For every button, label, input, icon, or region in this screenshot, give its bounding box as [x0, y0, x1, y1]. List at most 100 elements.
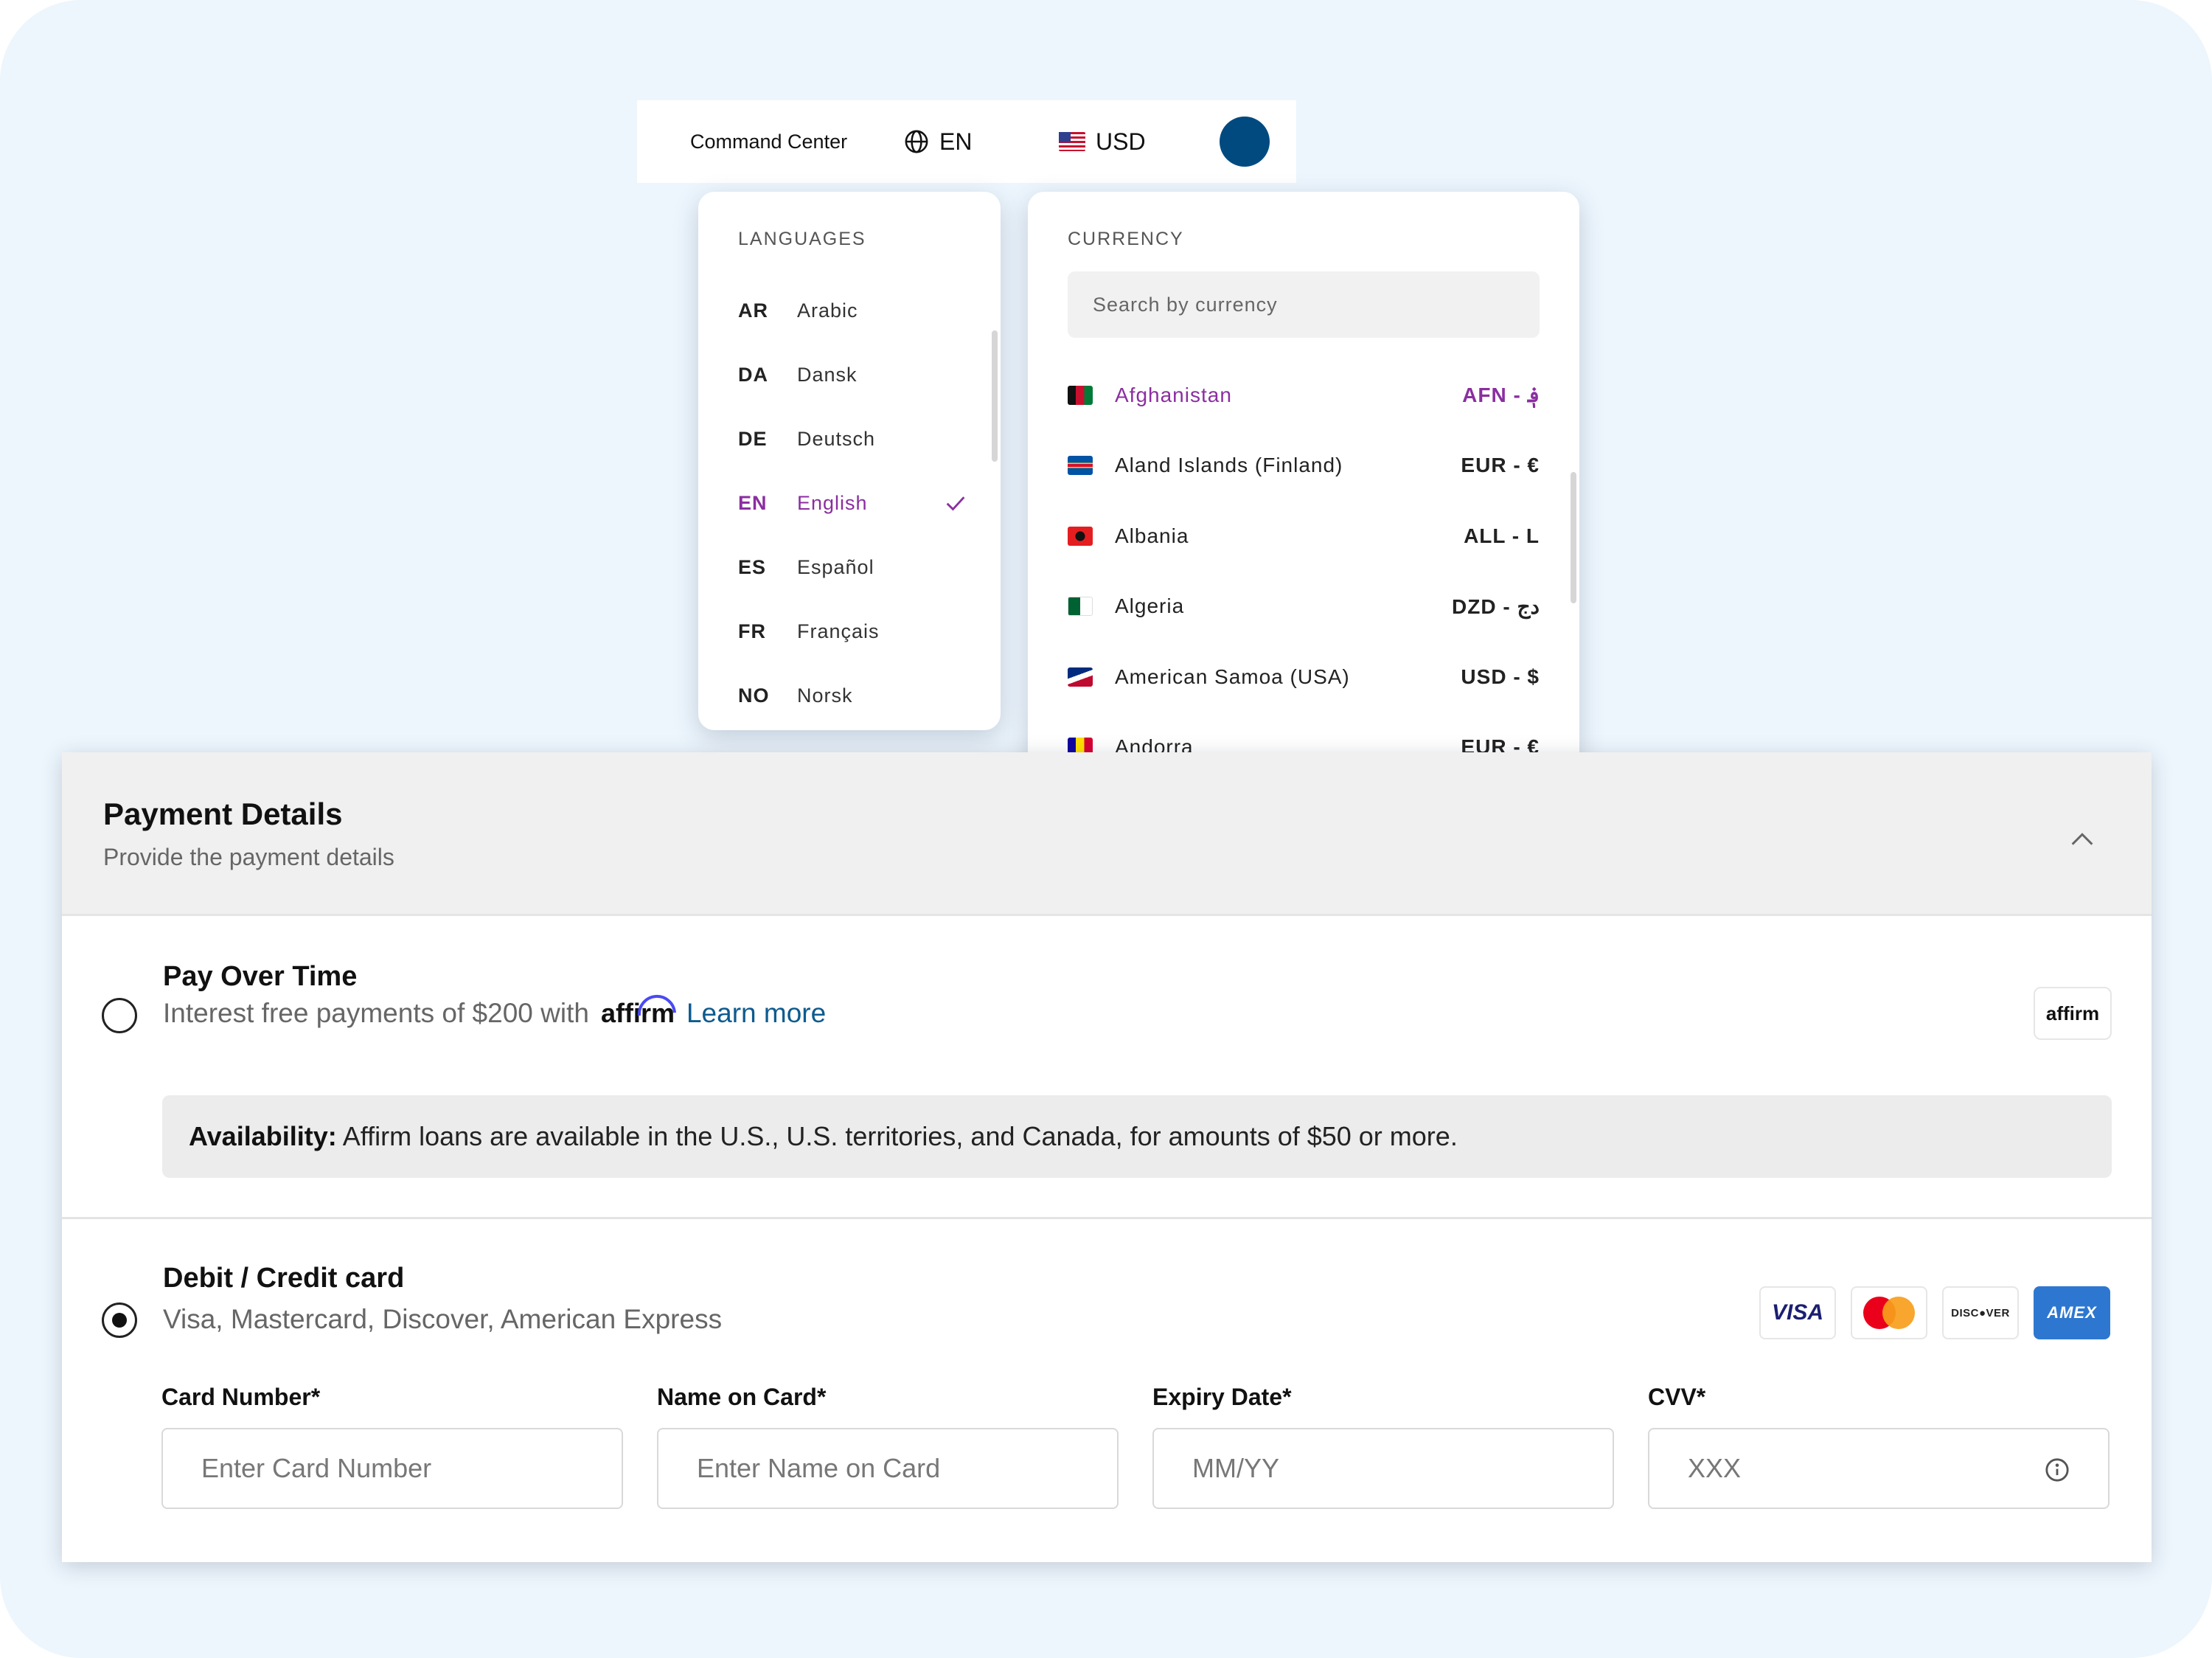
globe-icon: [905, 130, 928, 153]
currency-code: USD - $: [1461, 665, 1540, 688]
checkmark-icon: [946, 496, 965, 511]
language-item-en[interactable]: EN English: [698, 471, 1001, 535]
currency-search-input[interactable]: Search by currency: [1068, 271, 1540, 338]
currency-item-algeria[interactable]: Algeria DZD - دج: [1028, 572, 1579, 642]
language-item-es[interactable]: ES Español: [698, 535, 1001, 600]
language-item-no[interactable]: NO Norsk: [698, 664, 1001, 728]
top-bar: Command Center EN USD: [637, 100, 1296, 183]
currency-item-aland-islands[interactable]: Aland Islands (Finland) EUR - €: [1028, 431, 1579, 502]
languages-scrollbar[interactable]: [992, 330, 998, 462]
currency-item-american-samoa[interactable]: American Samoa (USA) USD - $: [1028, 642, 1579, 712]
pay-over-time-option[interactable]: Pay Over Time Interest free payments of …: [62, 918, 2152, 1219]
cvv-input[interactable]: XXX: [1648, 1428, 2110, 1509]
card-number-input[interactable]: Enter Card Number: [161, 1428, 623, 1509]
availability-notice: Availability: Affirm loans are available…: [162, 1095, 2112, 1178]
language-code: EN: [939, 128, 973, 155]
debit-credit-card-option[interactable]: Debit / Credit card Visa, Mastercard, Di…: [62, 1221, 2152, 1557]
currency-list: Afghanistan AFN - ؋ Aland Islands (Finla…: [1028, 360, 1579, 783]
amex-text: AMEX: [2047, 1303, 2097, 1322]
language-code: FR: [738, 620, 766, 642]
payment-details-header[interactable]: Payment Details Provide the payment deta…: [62, 752, 2152, 916]
debit-credit-card-desc: Visa, Mastercard, Discover, American Exp…: [163, 1304, 723, 1334]
discover-icon: DISC●VER: [1942, 1286, 2019, 1339]
language-item-ar[interactable]: AR Arabic: [698, 279, 1001, 343]
mastercard-icon: [1851, 1286, 1927, 1339]
language-name: Norsk: [797, 684, 853, 707]
languages-dropdown: LANGUAGES AR Arabic DA Dansk DE Deutsch …: [698, 192, 1001, 730]
amex-icon: AMEX: [2034, 1286, 2110, 1339]
us-flag-icon: [1059, 132, 1085, 151]
command-center-link[interactable]: Command Center: [690, 100, 847, 183]
affirm-badge-text: affirm: [2045, 1002, 2100, 1024]
pay-over-time-text: Interest free payments of $200 with: [163, 998, 589, 1028]
currency-dropdown: CURRENCY Search by currency Afghanistan …: [1028, 192, 1579, 794]
american-samoa-flag-icon: [1068, 667, 1093, 687]
language-code: NO: [738, 684, 770, 707]
language-code: EN: [738, 492, 768, 514]
currency-selector[interactable]: USD: [1059, 121, 1146, 162]
aland-flag-icon: [1068, 456, 1093, 476]
language-code: ES: [738, 556, 767, 578]
pay-over-time-title: Pay Over Time: [163, 961, 358, 992]
currency-code: AFN - ؋: [1462, 384, 1540, 407]
currency-code: EUR - €: [1461, 454, 1540, 477]
visa-text: VISA: [1771, 1300, 1824, 1325]
algeria-flag-icon: [1068, 597, 1093, 617]
currency-item-albania[interactable]: Albania ALL - L: [1028, 501, 1579, 572]
visa-icon: VISA: [1759, 1286, 1836, 1339]
language-code: DE: [738, 428, 768, 450]
expiry-date-field: Expiry Date* MM/YY: [1152, 1384, 1614, 1509]
country-name: Algeria: [1115, 594, 1185, 618]
card-number-label: Card Number*: [161, 1384, 321, 1410]
affirm-badge: affirm: [2034, 987, 2112, 1040]
name-on-card-label: Name on Card*: [657, 1384, 827, 1410]
currency-title: CURRENCY: [1068, 229, 1184, 249]
expiry-date-label: Expiry Date*: [1152, 1384, 1292, 1410]
country-name: Aland Islands (Finland): [1115, 454, 1343, 477]
language-name: Español: [797, 556, 874, 578]
language-code: AR: [738, 299, 768, 322]
pay-over-time-desc: Interest free payments of $200 with affi…: [163, 994, 826, 1029]
language-name: English: [797, 492, 868, 514]
debit-credit-card-title: Debit / Credit card: [163, 1263, 405, 1294]
languages-list: AR Arabic DA Dansk DE Deutsch EN English…: [698, 279, 1001, 728]
card-number-field: Card Number* Enter Card Number: [161, 1384, 623, 1509]
debit-credit-card-radio[interactable]: [102, 1303, 137, 1338]
language-item-da[interactable]: DA Dansk: [698, 343, 1001, 407]
card-brands: VISA DISC●VER AMEX: [1759, 1286, 2110, 1339]
currency-code: DZD - دج: [1452, 594, 1540, 618]
currency-code: ALL - L: [1464, 524, 1540, 547]
language-code: DA: [738, 364, 768, 386]
language-name: Français: [797, 620, 880, 642]
pay-over-time-radio[interactable]: [102, 998, 137, 1033]
avatar[interactable]: [1220, 117, 1270, 167]
name-on-card-input[interactable]: Enter Name on Card: [657, 1428, 1119, 1509]
language-item-fr[interactable]: FR Français: [698, 600, 1001, 664]
language-selector[interactable]: EN: [904, 121, 972, 162]
payment-details-title: Payment Details: [103, 797, 343, 831]
discover-text: DISC●VER: [1951, 1306, 2010, 1319]
albania-flag-icon: [1068, 526, 1093, 546]
afghanistan-flag-icon: [1068, 385, 1093, 405]
learn-more-link[interactable]: Learn more: [686, 998, 826, 1029]
country-name: American Samoa (USA): [1115, 665, 1350, 688]
language-item-de[interactable]: DE Deutsch: [698, 407, 1001, 471]
payment-details-card: Payment Details Provide the payment deta…: [62, 752, 2152, 1562]
cvv-field: CVV* XXX: [1648, 1384, 2110, 1509]
availability-label: Availability:: [189, 1121, 337, 1151]
affirm-arc-icon: [637, 994, 676, 1016]
currency-scrollbar[interactable]: [1571, 472, 1576, 603]
country-name: Afghanistan: [1115, 383, 1232, 406]
language-name: Arabic: [797, 299, 858, 322]
availability-text: Affirm loans are available in the U.S., …: [336, 1121, 1458, 1151]
languages-title: LANGUAGES: [738, 229, 866, 249]
country-name: Albania: [1115, 524, 1189, 547]
info-icon[interactable]: [2045, 1457, 2070, 1482]
name-on-card-field: Name on Card* Enter Name on Card: [657, 1384, 1119, 1509]
currency-item-afghanistan[interactable]: Afghanistan AFN - ؋: [1028, 360, 1579, 431]
payment-details-subtitle: Provide the payment details: [103, 844, 394, 870]
expiry-date-input[interactable]: MM/YY: [1152, 1428, 1614, 1509]
chevron-up-icon[interactable]: [2067, 825, 2097, 854]
language-name: Deutsch: [797, 428, 876, 450]
cvv-placeholder: XXX: [1688, 1453, 1742, 1483]
